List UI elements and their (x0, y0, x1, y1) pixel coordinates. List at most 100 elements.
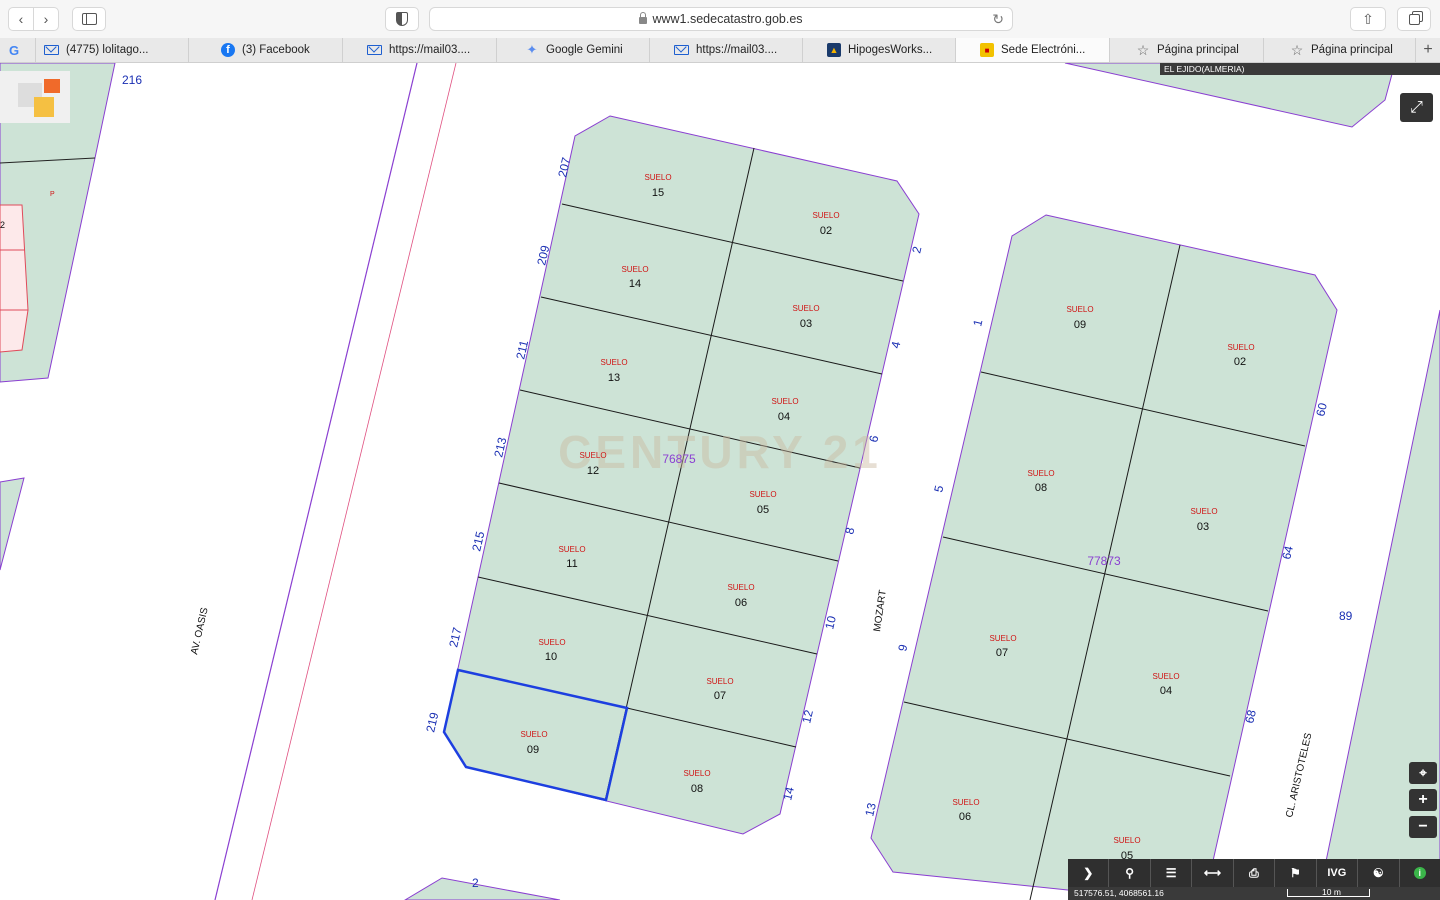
new-tab-button[interactable]: + (1416, 38, 1440, 62)
svg-text:02: 02 (1234, 356, 1246, 368)
tab-mail-3[interactable]: https://mail03.... (650, 38, 803, 62)
svg-text:12: 12 (799, 708, 816, 724)
tab-mail-2[interactable]: https://mail03.... (343, 38, 497, 62)
ivg-icon: IVG (1327, 867, 1347, 879)
locate-button[interactable]: ⌖ (1409, 762, 1437, 784)
fullscreen-button[interactable]: ⤢ (1400, 93, 1433, 122)
svg-text:14: 14 (629, 278, 641, 290)
info-button[interactable]: i (1400, 859, 1440, 887)
svg-text:216: 216 (122, 73, 142, 87)
zoom-out-button[interactable]: − (1409, 816, 1437, 838)
svg-text:08: 08 (1035, 482, 1047, 494)
tab-label: (3) Facebook (242, 44, 310, 56)
mail-icon (674, 45, 689, 55)
reload-icon[interactable]: ↻ (992, 11, 1004, 28)
svg-text:08: 08 (691, 783, 703, 795)
svg-text:10: 10 (822, 614, 839, 630)
svg-text:SUELO: SUELO (1190, 507, 1217, 516)
chevron-right-icon: ❯ (1083, 866, 1094, 880)
expand-icon: ⤢ (1410, 98, 1423, 116)
measure-button[interactable]: ⟷ (1192, 859, 1234, 887)
street-av-oasis: AV. OASIS (189, 606, 211, 655)
plus-icon: + (1418, 791, 1428, 808)
tab-mail-1[interactable]: (4775) lolitago... (36, 38, 189, 62)
coordinates-readout: 517576.51, 4068561.16 (1074, 888, 1164, 898)
coordinates-bar: 517576.51, 4068561.16 (1068, 887, 1440, 900)
svg-text:SUELO: SUELO (1113, 836, 1140, 845)
crosshair-icon: ⌖ (1419, 765, 1427, 780)
minus-icon: − (1418, 818, 1428, 835)
cadastral-map[interactable]: CENTURY 21 76875 77873 SUELO SUELO SUELO… (0, 63, 1440, 900)
svg-text:03: 03 (800, 318, 812, 330)
svg-text:SUELO: SUELO (1227, 343, 1254, 352)
street-mozart: MOZART (872, 589, 889, 632)
svg-text:89: 89 (1339, 609, 1353, 623)
forward-button[interactable]: › (33, 7, 59, 31)
svg-text:68: 68 (1242, 708, 1259, 724)
google-icon: G (8, 42, 20, 58)
svg-text:13: 13 (608, 372, 620, 384)
svg-text:04: 04 (1160, 685, 1172, 697)
layers-button[interactable]: ☰ (1151, 859, 1193, 887)
svg-text:07: 07 (714, 690, 726, 702)
svg-text:05: 05 (757, 504, 769, 516)
tab-hipoges[interactable]: ▲ HipogesWorks... (803, 38, 956, 62)
reference-button[interactable]: ⚑ (1275, 859, 1317, 887)
svg-text:SUELO: SUELO (644, 173, 671, 182)
svg-text:06: 06 (959, 811, 971, 823)
catastro-logo (0, 71, 70, 123)
tab-facebook[interactable]: f (3) Facebook (189, 38, 343, 62)
map-tools-bar: ❯ ⚲ ☰ ⟷ ⎙ ⚑ IVG ☯ i (1068, 859, 1440, 887)
pinned-tab-google[interactable]: G (0, 38, 36, 62)
block-id: 77873 (1087, 554, 1121, 568)
svg-text:SUELO: SUELO (558, 545, 585, 554)
far-right-parcel (1317, 309, 1440, 900)
tab-label: Página principal (1311, 44, 1393, 56)
municipality-label: EL EJIDO(ALMERIA) (1160, 63, 1440, 75)
mail-icon (44, 45, 59, 55)
tab-overview-button[interactable] (1397, 7, 1431, 31)
svg-text:SUELO: SUELO (579, 451, 606, 460)
svg-text:60: 60 (1313, 401, 1330, 417)
tab-pagina-principal-1[interactable]: ☆ Página principal (1110, 38, 1264, 62)
tab-pagina-principal-2[interactable]: ☆ Página principal (1264, 38, 1416, 62)
tab-gemini[interactable]: ✦ Google Gemini (497, 38, 650, 62)
svg-text:64: 64 (1279, 544, 1296, 560)
expand-tools-button[interactable]: ❯ (1068, 859, 1110, 887)
tab-overview-icon (1408, 13, 1420, 25)
print-button[interactable]: ⎙ (1234, 859, 1276, 887)
svg-text:SUELO: SUELO (706, 677, 733, 686)
share-map-button[interactable]: ☯ (1358, 859, 1400, 887)
tab-label: HipogesWorks... (848, 44, 933, 56)
tab-sede-electronica[interactable]: ■ Sede Electróni... (956, 38, 1110, 62)
tab-bar: G (4775) lolitago... f (3) Facebook https… (0, 38, 1440, 63)
svg-text:SUELO: SUELO (771, 397, 798, 406)
block-id: 76875 (662, 452, 696, 466)
shield-icon (396, 12, 408, 26)
svg-text:SUELO: SUELO (749, 490, 776, 499)
search-button[interactable]: ⚲ (1109, 859, 1151, 887)
mail-icon (367, 45, 382, 55)
svg-text:03: 03 (1197, 521, 1209, 533)
svg-text:SUELO: SUELO (600, 358, 627, 367)
left-parcels (0, 63, 116, 571)
svg-text:SUELO: SUELO (1066, 305, 1093, 314)
tab-label: https://mail03.... (389, 44, 471, 56)
privacy-shield-button[interactable] (385, 7, 419, 31)
tab-label: https://mail03.... (696, 44, 778, 56)
share-button[interactable]: ⇧ (1350, 7, 1386, 31)
browser-toolbar: ‹ › www1.sedecatastro.gob.es ↻ ⇧ (0, 0, 1440, 39)
reference-icon: ⚑ (1290, 866, 1301, 880)
svg-text:217: 217 (446, 626, 464, 649)
svg-text:SUELO: SUELO (792, 304, 819, 313)
back-button[interactable]: ‹ (8, 7, 34, 31)
chevron-right-icon: › (43, 11, 49, 27)
bottom-parcel (404, 877, 561, 900)
zoom-in-button[interactable]: + (1409, 789, 1437, 811)
url-text: www1.sedecatastro.gob.es (652, 12, 803, 26)
address-bar[interactable]: www1.sedecatastro.gob.es ↻ (429, 7, 1013, 31)
sidebar-toggle-button[interactable] (72, 7, 106, 31)
ivg-button[interactable]: IVG (1317, 859, 1359, 887)
watermark-text: CENTURY 21 (558, 426, 882, 478)
svg-text:04: 04 (778, 411, 790, 423)
